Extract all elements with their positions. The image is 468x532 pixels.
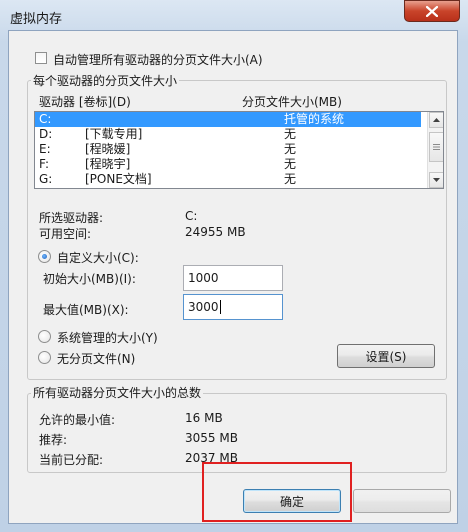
set-button[interactable]: 设置(S): [337, 344, 435, 368]
initial-size-label: 初始大小(MB)(I):: [43, 272, 136, 286]
cancel-button[interactable]: [353, 489, 451, 513]
drive-label: [PONE文档]: [85, 172, 152, 186]
scroll-thumb[interactable]: [429, 132, 443, 162]
max-size-label: 最大值(MB)(X):: [43, 303, 129, 317]
grip-icon: [433, 144, 440, 150]
free-space-label: 可用空间:: [39, 227, 92, 241]
selected-drive-label: 所选驱动器:: [39, 211, 104, 225]
system-managed-label[interactable]: 系统管理的大小(Y): [57, 329, 158, 346]
drive-label: [下载专用]: [85, 127, 143, 141]
drive-column-header: 驱动器 [卷标](D): [39, 95, 131, 109]
drive-size: 托管的系统: [284, 112, 345, 126]
custom-size-label[interactable]: 自定义大小(C):: [57, 249, 139, 266]
arrow-down-icon: [433, 178, 440, 182]
drive-letter: E:: [39, 142, 51, 156]
size-column-header: 分页文件大小(MB): [242, 95, 342, 109]
highlight-box: [202, 462, 352, 522]
no-paging-file-label[interactable]: 无分页文件(N): [57, 350, 135, 367]
scroll-up-button[interactable]: [429, 112, 443, 128]
selected-drive-value: C:: [185, 209, 198, 223]
drive-list[interactable]: C: 托管的系统 D: [下载专用] 无 E: [程晓媛] 无 F: [程晓宇]…: [34, 111, 444, 189]
max-size-value: 3000: [188, 300, 219, 314]
initial-size-input[interactable]: 1000: [183, 265, 283, 291]
drive-letter: D:: [39, 127, 53, 141]
free-space-value: 24955 MB: [185, 225, 246, 239]
min-allowed-value: 16 MB: [185, 411, 223, 425]
drive-row[interactable]: C: 托管的系统: [35, 112, 421, 127]
close-button[interactable]: [404, 0, 460, 22]
auto-manage-label[interactable]: 自动管理所有驱动器的分页文件大小(A): [53, 51, 263, 68]
drive-letter: G:: [39, 172, 53, 186]
drive-letter: F:: [39, 157, 50, 171]
auto-manage-checkbox[interactable]: [35, 52, 47, 64]
drive-label: [程晓媛]: [85, 142, 131, 156]
drive-row[interactable]: F: [程晓宇] 无: [35, 157, 421, 172]
max-size-input[interactable]: 3000: [183, 294, 283, 320]
per-drive-group-legend: 每个驱动器的分页文件大小: [31, 72, 180, 89]
drive-label: [程晓宇]: [85, 157, 131, 171]
drive-list-scrollbar[interactable]: [427, 112, 443, 188]
dialog-body: 自动管理所有驱动器的分页文件大小(A) 每个驱动器的分页文件大小 驱动器 [卷标…: [8, 30, 458, 524]
arrow-up-icon: [433, 118, 440, 122]
recommended-value: 3055 MB: [185, 431, 238, 445]
drive-row[interactable]: D: [下载专用] 无: [35, 127, 421, 142]
dialog-window: 虚拟内存 自动管理所有驱动器的分页文件大小(A) 每个驱动器的分页文件大小 驱动…: [0, 0, 468, 532]
drive-size: 无: [284, 157, 297, 171]
recommended-label: 推荐:: [39, 433, 68, 447]
drive-row[interactable]: G: [PONE文档] 无: [35, 172, 421, 187]
no-paging-file-radio[interactable]: [38, 351, 51, 364]
drive-row[interactable]: E: [程晓媛] 无: [35, 142, 421, 157]
totals-group-legend: 所有驱动器分页文件大小的总数: [31, 384, 204, 401]
system-managed-radio[interactable]: [38, 330, 51, 343]
custom-size-radio[interactable]: [38, 250, 51, 263]
min-allowed-label: 允许的最小值:: [39, 413, 116, 427]
drive-size: 无: [284, 172, 297, 186]
drive-letter: C:: [39, 112, 52, 126]
allocated-label: 当前已分配:: [39, 453, 104, 467]
scroll-down-button[interactable]: [429, 172, 443, 188]
drive-size: 无: [284, 127, 297, 141]
drive-size: 无: [284, 142, 297, 156]
window-title: 虚拟内存: [10, 12, 63, 27]
close-icon: [426, 5, 438, 17]
